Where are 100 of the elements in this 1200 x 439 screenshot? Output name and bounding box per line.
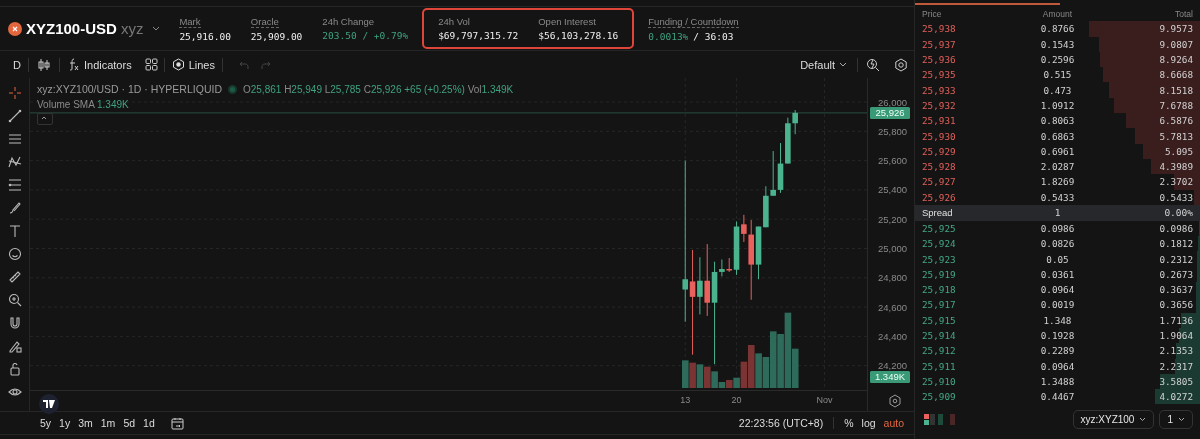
axis-label: 24,400 [877,330,907,342]
scale-toggle[interactable]: % [840,417,858,429]
zoom-in-icon[interactable] [7,293,22,307]
total-cell: 4.0272 [1159,391,1193,403]
stat-label: Mark [179,15,201,28]
logo-icon [43,400,55,408]
price-cell: 25,936 [922,54,956,66]
total-cell: 1.9064 [1159,330,1193,342]
axis-label: 25,800 [877,125,907,137]
price-cell: 25,935 [922,69,956,81]
amount-cell: 0.0986 [1040,223,1075,234]
amount-cell: 0.473 [1043,84,1072,96]
timeframe-button[interactable]: 5d [119,417,140,429]
axis-label: 13 [680,395,691,405]
brand-badge[interactable] [39,394,59,414]
amount-cell: 1.8269 [1040,176,1075,188]
amount-cell: 0.1928 [1040,330,1075,342]
stat-value: $56,103,278.16 [538,30,619,41]
amount-cell: 0.8766 [1040,23,1075,35]
layout-dropdown[interactable]: Default [793,58,857,71]
axis-label: 25,000 [877,243,907,254]
status-dot [227,84,237,94]
amount-cell: 0.1543 [1040,38,1075,50]
trend-line-icon[interactable] [7,109,22,123]
amount-cell: 0.6863 [1040,130,1075,142]
amount-cell: 1.0912 [1040,99,1075,111]
candlestick-icon[interactable] [36,57,51,72]
price-cell: 25,918 [922,284,956,296]
select-dropdown[interactable]: 1 [1159,410,1193,430]
caret-icon [1178,417,1185,423]
timeframe-button[interactable]: 1d [139,417,159,429]
templates-icon[interactable] [144,58,158,71]
lines-button[interactable]: Lines [164,58,222,71]
total-cell: 2.1353 [1159,345,1193,357]
scale-toggle[interactable]: auto [879,417,908,429]
pattern-icon[interactable] [7,155,22,169]
price-tag: 25,926 [870,107,910,119]
magnet-icon[interactable] [7,316,22,330]
settings-icon[interactable] [894,57,908,72]
axis-label: 24,800 [877,272,907,284]
price-cell: 25,919 [922,268,956,280]
amount-cell: 0.2596 [1040,54,1075,66]
interval-button[interactable]: D [6,58,28,71]
amount-cell: 0.6961 [1040,145,1075,157]
ruler-icon[interactable] [7,270,22,284]
amount-cell: 0.0964 [1040,360,1075,372]
scale-toggle[interactable]: log [857,417,880,429]
price-cell: 25,932 [922,99,956,111]
fib-icon[interactable] [7,178,22,192]
axis-label: 26,000 [877,96,907,108]
timeframe-button[interactable]: 5y [36,417,56,429]
spread-label: Spread [922,207,953,219]
stat-value: $69,797,315.72 [438,30,519,41]
close-icon [12,25,18,32]
brush-icon[interactable] [7,201,22,215]
unlock-icon[interactable] [7,362,22,376]
stat-value: 203.50 / +0.79% [322,29,409,41]
total-cell: 8.1518 [1159,84,1193,96]
amount-cell: 0.515 [1043,69,1072,81]
timeframe-button[interactable]: 1y [55,417,75,429]
calendar-icon[interactable] [170,416,184,430]
eye-icon[interactable] [7,385,22,399]
spread-percent: 0.00% [1164,207,1193,219]
smiley-icon[interactable] [7,247,22,261]
amount-cell: 0.0826 [1040,238,1075,250]
total-cell: 0.1812 [1159,238,1193,250]
stat-label: 24h Vol [438,16,470,27]
axis-label: 20 [731,395,742,405]
dex-name: xyz [120,20,144,37]
parallel-lines-icon[interactable] [7,132,22,146]
stat-label: Open Interest [538,16,596,27]
axis-label: 24,200 [877,360,907,372]
stat-label: 24h Change [322,15,375,27]
price-cell: 25,917 [922,299,956,311]
caret-icon[interactable] [151,24,162,33]
price-cell: 25,928 [922,161,956,173]
lightning-search-icon[interactable] [866,57,880,72]
caret-icon [839,61,847,68]
total-cell: 0.3637 [1159,284,1193,296]
amount-cell: 0.0964 [1040,284,1075,296]
timeframe-button[interactable]: 1m [96,417,120,429]
text-icon[interactable] [7,224,22,238]
indicators-button[interactable]: Indicators [59,58,139,71]
total-cell: 0.0986 [1159,223,1193,234]
amount-cell: 0.2289 [1040,345,1075,357]
select-dropdown[interactable]: xyz:XYZ100 [1072,410,1155,430]
amount-cell: 0.5433 [1040,191,1075,203]
price-cell: 25,914 [922,330,956,342]
settings-icon[interactable] [889,394,901,408]
amount-cell: 1.3488 [1040,375,1075,387]
symbol-name[interactable]: XYZ100-USD [26,20,117,37]
price-cell: 25,937 [922,38,956,50]
axis-label: 25,200 [877,213,907,225]
price-cell: 25,909 [922,391,956,403]
pencil-lock-icon[interactable] [7,339,22,353]
total-cell: 7.6788 [1159,99,1193,111]
timeframe-button[interactable]: 3m [74,417,97,429]
stat-value: 0.0013% [648,30,689,42]
total-cell: 0.2312 [1159,253,1193,265]
total-cell: 6.5876 [1159,115,1193,127]
